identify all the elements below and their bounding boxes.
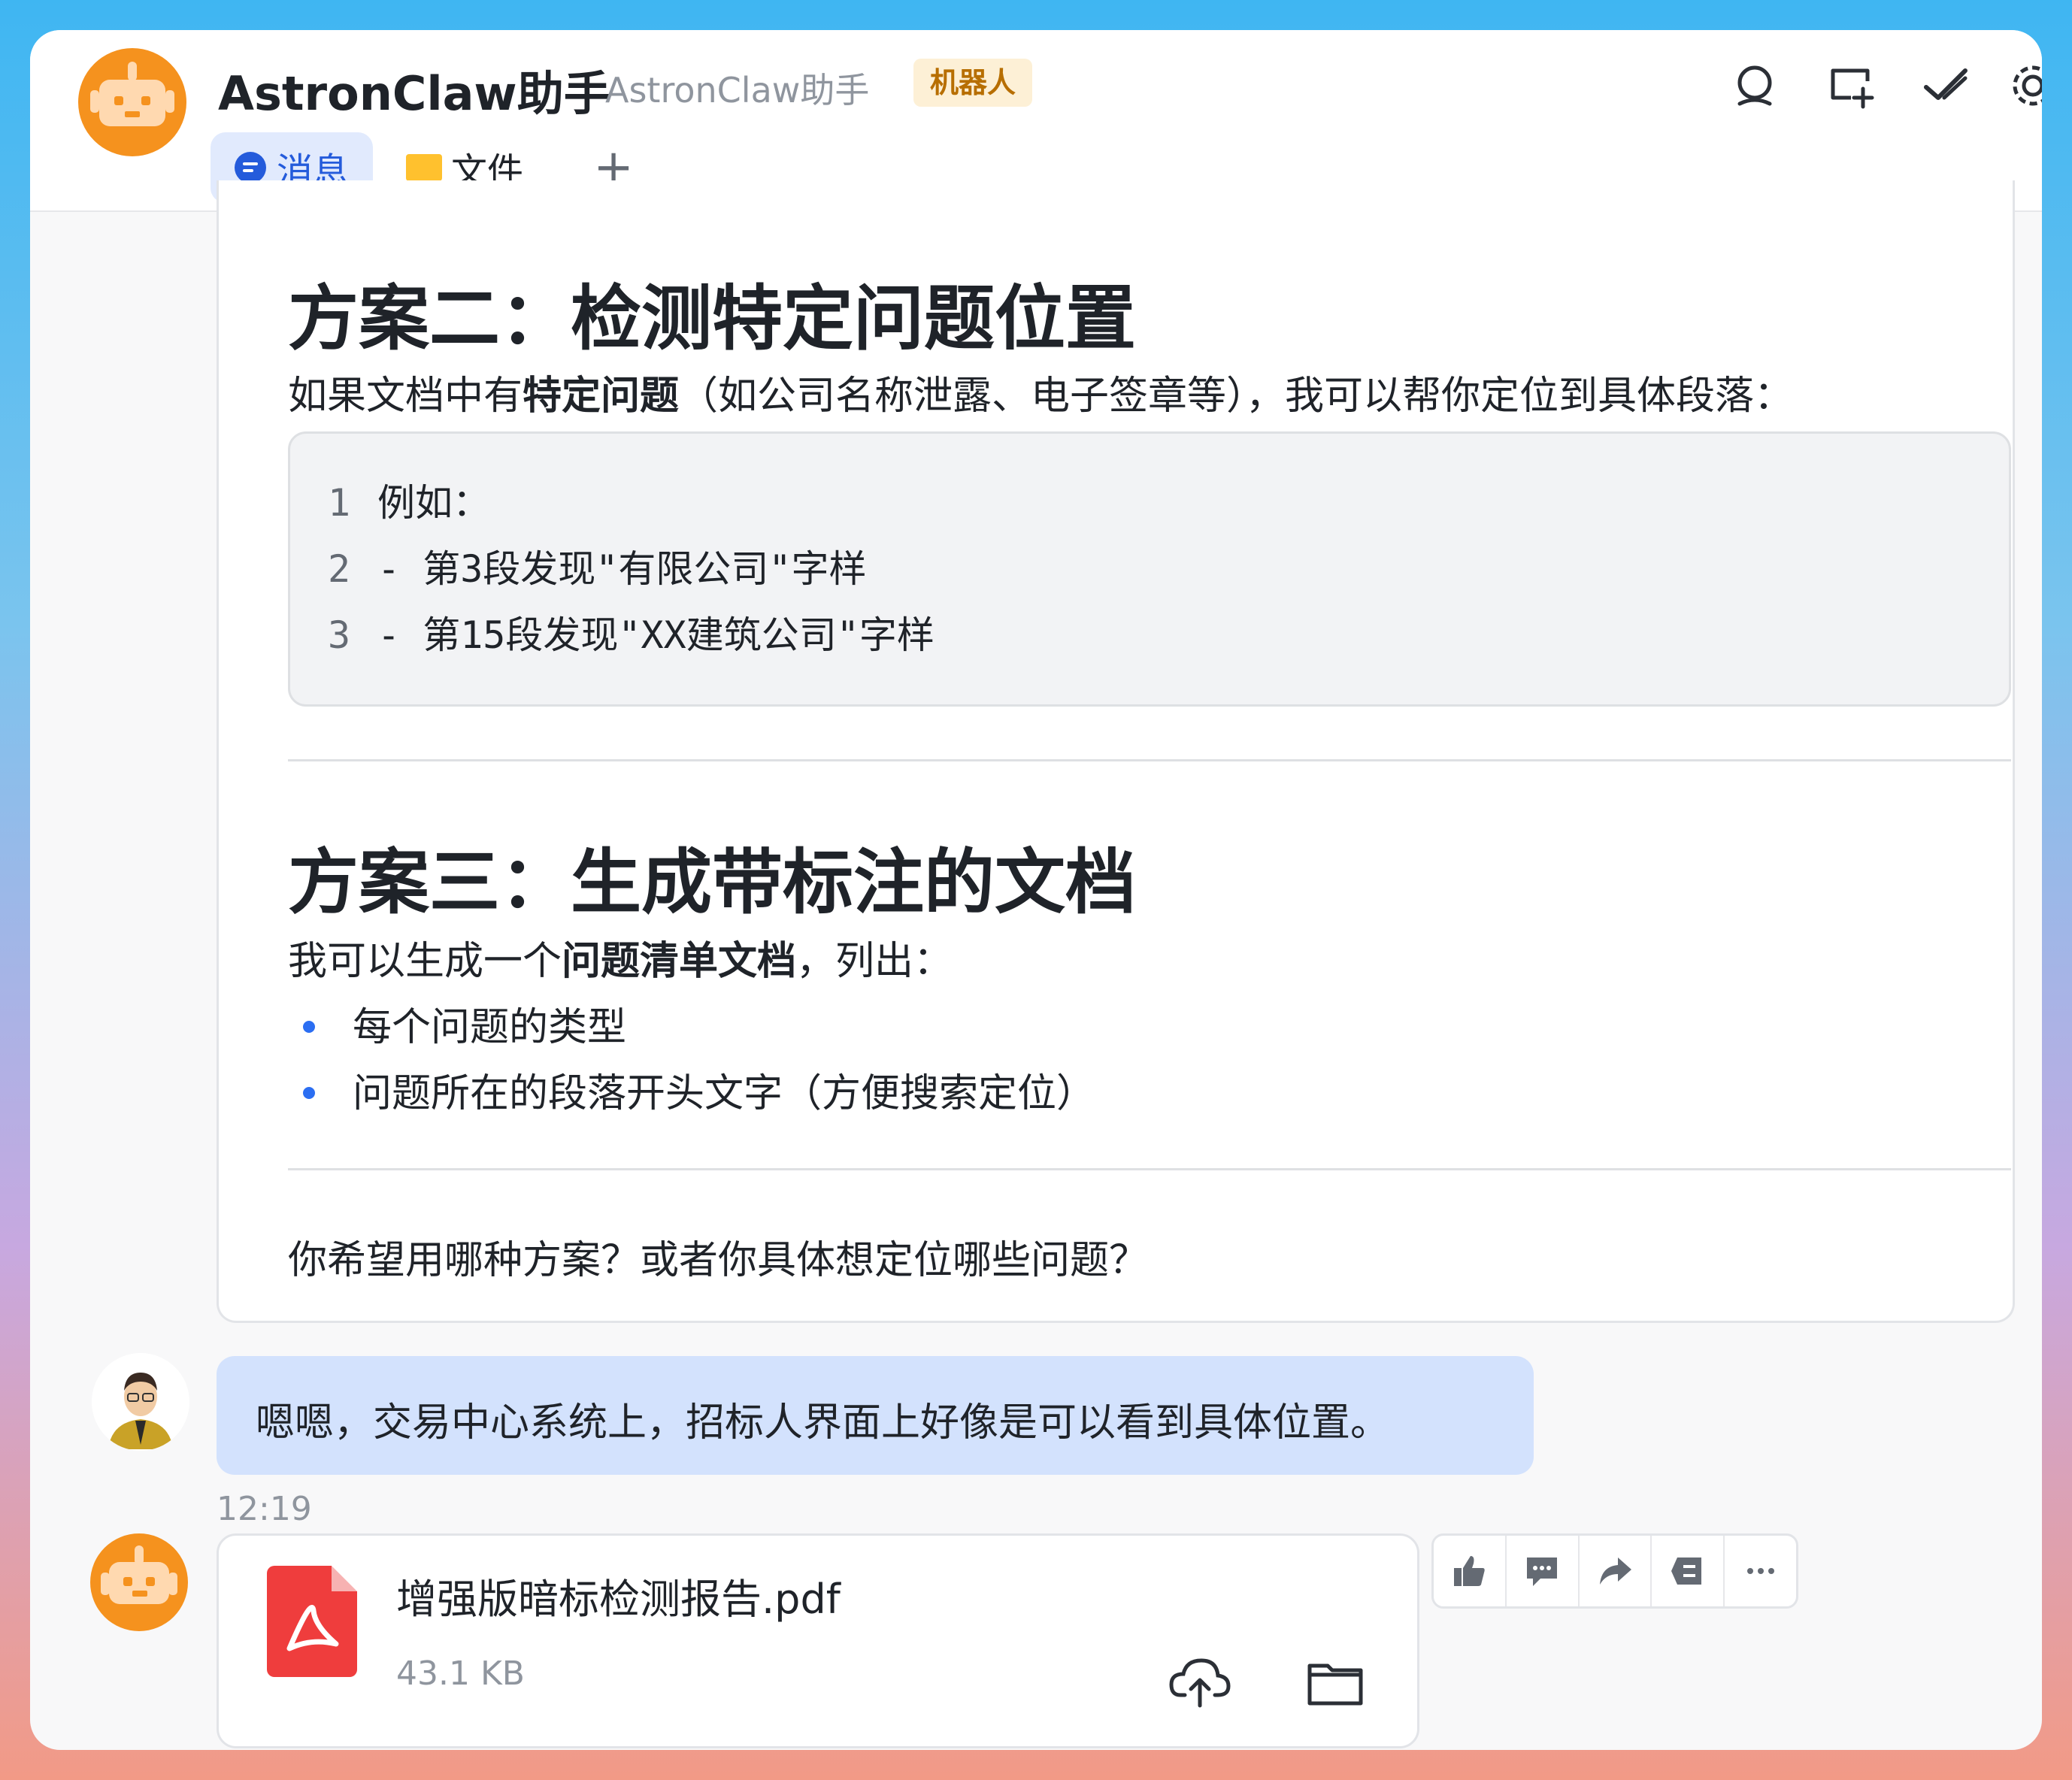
settings-icon[interactable] — [2003, 56, 2042, 116]
code-block: 1 例如： 2- 第3段发现"有限公司"字样 3- 第15段发现"XX建筑公司"字… — [288, 431, 2011, 707]
code-line: 1 例如： — [328, 481, 490, 525]
file-size: 43.1 KB — [396, 1654, 525, 1693]
section3-heading: 方案三：生成带标注的文档 — [288, 842, 1137, 924]
chat-window: AstronClaw助手 AstronClaw助手 机器人 消息 文件 + 方案… — [30, 30, 2042, 1750]
chat-title: AstronClaw助手 — [218, 66, 610, 121]
more-icon[interactable] — [1725, 1536, 1796, 1606]
code-line: 2- 第3段发现"有限公司"字样 — [328, 547, 867, 591]
bot-avatar[interactable] — [90, 1533, 188, 1631]
list-item: 每个问题的类型 — [288, 995, 626, 1052]
message-actions-bar — [1431, 1533, 1798, 1609]
bot-message-card: 方案二：检测特定问题位置 如果文档中有特定问题（如公司名称泄露、电子签章等），我… — [217, 180, 2015, 1323]
bot-avatar[interactable] — [78, 48, 186, 156]
new-chat-icon[interactable] — [1822, 56, 1883, 116]
folder-icon — [406, 154, 442, 181]
user-message-bubble: 嗯嗯，交易中心系统上，招标人界面上好像是可以看到具体位置。 — [217, 1356, 1534, 1475]
quote-icon[interactable] — [1652, 1536, 1725, 1606]
section3-intro: 我可以生成一个问题清单文档，列出： — [288, 939, 953, 984]
check-icon[interactable] — [1916, 56, 1976, 116]
section2-intro: 如果文档中有特定问题（如公司名称泄露、电子签章等），我可以帮你定位到具体段落： — [288, 374, 1794, 419]
user-avatar[interactable] — [92, 1353, 189, 1451]
chat-subtitle: AstronClaw助手 — [605, 70, 870, 110]
divider — [288, 759, 2011, 761]
chat-bubble-icon — [234, 152, 266, 183]
bot-badge: 机器人 — [913, 59, 1033, 107]
cloud-upload-icon[interactable] — [1166, 1648, 1234, 1716]
comment-icon[interactable] — [1507, 1536, 1580, 1606]
divider — [288, 1168, 2011, 1170]
section2-heading: 方案二：检测特定问题位置 — [288, 278, 1137, 360]
user-message-text: 嗯嗯，交易中心系统上，招标人界面上好像是可以看到具体位置。 — [256, 1400, 1390, 1445]
message-timestamp: 12:19 — [217, 1490, 312, 1528]
code-line: 3- 第15段发现"XX建筑公司"字样 — [328, 613, 935, 657]
closing-question: 你希望用哪种方案？或者你具体想定位哪些问题？ — [288, 1238, 1149, 1283]
forward-icon[interactable] — [1580, 1536, 1652, 1606]
list-item: 问题所在的段落开头文字（方便搜索定位） — [288, 1061, 1095, 1118]
file-attachment-card[interactable]: 增强版暗标检测报告.pdf 43.1 KB — [217, 1533, 1419, 1748]
file-name[interactable]: 增强版暗标检测报告.pdf — [396, 1566, 841, 1625]
search-icon[interactable] — [1726, 56, 1786, 116]
thumbs-up-icon[interactable] — [1434, 1536, 1507, 1606]
pdf-file-icon — [267, 1566, 357, 1677]
open-folder-icon[interactable] — [1301, 1648, 1369, 1716]
